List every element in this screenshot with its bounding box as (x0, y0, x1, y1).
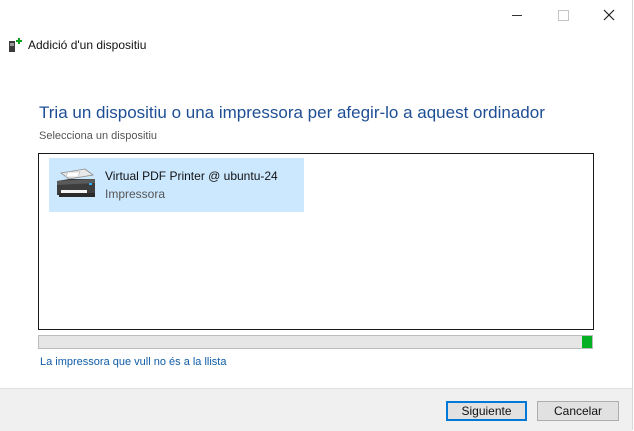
maximize-button (540, 0, 586, 30)
add-device-icon (9, 38, 22, 52)
add-device-window: Addició d'un dispositiu Tria un disposit… (0, 0, 633, 431)
search-progress-bar (38, 335, 593, 349)
close-icon (603, 9, 615, 21)
printer-icon (57, 168, 95, 197)
dialog-footer: Siguiente Cancelar (0, 388, 632, 431)
maximize-icon (557, 9, 569, 21)
minimize-icon (512, 14, 522, 16)
page-subheading: Selecciona un dispositiu (39, 130, 158, 142)
minimize-button[interactable] (494, 0, 540, 30)
page-heading: Tria un dispositiu o una impressora per … (39, 103, 545, 122)
device-type: Impressora (105, 187, 166, 201)
progress-fill (582, 336, 592, 348)
cancel-button[interactable]: Cancelar (537, 401, 619, 421)
close-button[interactable] (586, 0, 632, 30)
device-text: Virtual PDF Printer @ ubuntu-24 Impresso… (105, 169, 278, 201)
device-list[interactable]: Virtual PDF Printer @ ubuntu-24 Impresso… (38, 153, 594, 330)
next-button[interactable]: Siguiente (446, 401, 527, 421)
title-bar: Addició d'un dispositiu (8, 36, 146, 54)
device-item[interactable]: Virtual PDF Printer @ ubuntu-24 Impresso… (49, 158, 304, 212)
window-title: Addició d'un dispositiu (28, 38, 147, 52)
printer-not-listed-link[interactable]: La impressora que vull no és a la llista (40, 356, 226, 368)
device-name: Virtual PDF Printer @ ubuntu-24 (105, 169, 278, 183)
